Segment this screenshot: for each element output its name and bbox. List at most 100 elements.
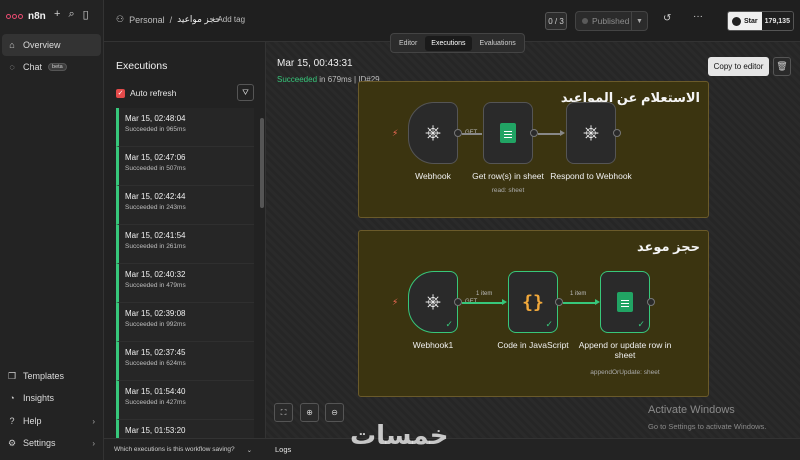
auto-refresh-label: Auto refresh <box>130 88 177 98</box>
nav-overview-label: Overview <box>23 40 61 50</box>
webhook-icon: ⎈ <box>583 121 599 144</box>
more-icon[interactable]: ··· <box>693 11 703 22</box>
execution-item[interactable]: Mar 15, 02:48:04 Succeeded in 965ms <box>116 108 254 147</box>
tab-executions[interactable]: Executions <box>425 35 472 51</box>
nav-help-label: Help <box>23 416 42 426</box>
execution-status: Succeeded in 427ms <box>125 399 186 406</box>
output-port[interactable] <box>454 298 462 306</box>
node-label: Respond to Webhook <box>550 171 632 181</box>
node-webhook1[interactable]: ⎈ ✓ <box>408 271 458 333</box>
nav-insights[interactable]: ◔ Insights <box>2 387 101 409</box>
execution-time: Mar 15, 02:47:06 <box>125 153 186 162</box>
trigger-bolt-icon: ⚡ <box>392 297 399 307</box>
home-icon: ⌂ <box>9 40 15 50</box>
executions-title: Executions <box>116 60 168 72</box>
brand[interactable]: n8n <box>6 8 46 24</box>
checkbox-checked-icon[interactable]: ✓ <box>116 88 125 98</box>
zoom-out-icon[interactable]: ⊖ <box>325 403 344 422</box>
execution-item[interactable]: Mar 15, 02:47:06 Succeeded in 507ms <box>116 147 254 186</box>
sidebar-top-actions: + ⌕ ▯ <box>54 8 89 21</box>
node-get-rows[interactable] <box>483 102 533 164</box>
execution-date: Mar 15, 00:43:31 <box>277 58 353 69</box>
watermark: خمسات <box>350 420 449 450</box>
check-icon: ✓ <box>545 319 553 329</box>
status-dot-icon <box>582 18 588 24</box>
execution-status: Succeeded in 624ms <box>125 360 186 367</box>
activate-windows-title: Activate Windows <box>648 404 735 416</box>
arrow-icon <box>502 299 507 305</box>
node-subtitle: read: sheet <box>491 187 525 194</box>
execution-item[interactable]: Mar 15, 02:40:32 Succeeded in 479ms <box>116 264 254 303</box>
execution-status-ok: Succeeded <box>277 75 318 84</box>
nav-settings-label: Settings <box>23 438 56 448</box>
copy-to-editor-button[interactable]: Copy to editor <box>708 57 769 76</box>
search-icon[interactable]: ⌕ <box>68 8 74 21</box>
output-port[interactable] <box>613 129 621 137</box>
fit-view-icon[interactable]: ⛶ <box>274 403 293 422</box>
chevron-down-icon[interactable]: ▼ <box>631 12 647 30</box>
nav-help[interactable]: ? Help › <box>2 410 101 432</box>
filter-icon[interactable]: ⛛ <box>237 84 254 101</box>
output-port[interactable] <box>647 298 655 306</box>
beta-badge: beta <box>48 63 67 71</box>
saving-executions-toggle[interactable]: Which executions is this workflow saving… <box>104 438 266 460</box>
executions-scrollbar[interactable] <box>260 118 264 208</box>
logs-panel[interactable]: Logs <box>266 438 800 460</box>
node-respond-webhook[interactable]: ⎈ <box>566 102 616 164</box>
execution-item[interactable]: Mar 15, 01:53:20 <box>116 420 254 438</box>
node-label: Webhook1 <box>412 340 454 350</box>
execution-item[interactable]: Mar 15, 01:54:40 Succeeded in 427ms <box>116 381 254 420</box>
github-star-left: Star <box>728 12 762 30</box>
check-icon: ✓ <box>445 319 453 329</box>
nav-settings[interactable]: ⚙ Settings › <box>2 432 101 454</box>
output-port[interactable] <box>530 129 538 137</box>
execution-time: Mar 15, 02:39:08 <box>125 309 186 318</box>
github-star-count: 179,135 <box>761 12 793 30</box>
publish-button[interactable]: Published ▼ <box>575 11 648 31</box>
node-append-update[interactable]: ✓ <box>600 271 650 333</box>
trash-icon[interactable]: 🗑 <box>773 57 791 76</box>
activate-windows-sub: Go to Settings to activate Windows. <box>648 422 767 431</box>
execution-item[interactable]: Mar 15, 02:39:08 Succeeded in 992ms <box>116 303 254 342</box>
output-port[interactable] <box>555 298 563 306</box>
n8n-logo-icon <box>6 11 24 21</box>
saving-question: Which executions is this workflow saving… <box>114 446 235 453</box>
output-port[interactable] <box>454 129 462 137</box>
auto-refresh[interactable]: ✓ Auto refresh <box>116 88 176 98</box>
history-icon[interactable]: ↺ <box>663 13 671 24</box>
add-tag-button[interactable]: + Add tag <box>211 15 245 24</box>
github-icon <box>732 16 741 26</box>
execution-status: Succeeded in 507ms <box>125 165 186 172</box>
published-text: Published <box>592 16 630 26</box>
execution-status: Succeeded in 992ms <box>125 321 186 328</box>
view-tabs: Editor Executions Evaluations <box>390 33 525 53</box>
breadcrumb-project[interactable]: Personal <box>129 15 165 25</box>
node-webhook[interactable]: ⎈ <box>408 102 458 164</box>
execution-time: Mar 15, 01:53:20 <box>125 426 186 435</box>
node-code[interactable]: {} ✓ <box>508 271 558 333</box>
execution-time: Mar 15, 02:37:45 <box>125 348 186 357</box>
executions-panel: Executions ✓ Auto refresh ⛛ Mar 15, 02:4… <box>104 42 266 438</box>
sidebar-toggle-icon[interactable]: ▯ <box>83 8 89 21</box>
zoom-in-icon[interactable]: ⊕ <box>300 403 319 422</box>
execution-status: Succeeded in 479ms <box>125 282 186 289</box>
webhook-icon: ⎈ <box>425 121 441 144</box>
tab-evaluations[interactable]: Evaluations <box>474 36 522 51</box>
nav-templates-label: Templates <box>23 371 65 381</box>
tab-editor[interactable]: Editor <box>393 36 423 51</box>
insights-icon: ◔ <box>9 393 15 403</box>
code-braces-icon: {} <box>522 291 544 313</box>
workflow-counter: 0 / 3 <box>545 12 567 30</box>
nav-templates[interactable]: ❒ Templates <box>2 365 101 387</box>
execution-time: Mar 15, 02:42:44 <box>125 192 186 201</box>
plus-icon[interactable]: + <box>54 8 60 21</box>
github-star-button[interactable]: Star 179,135 <box>727 11 794 31</box>
chat-icon: ◌ <box>9 62 15 72</box>
execution-item[interactable]: Mar 15, 02:42:44 Succeeded in 243ms <box>116 186 254 225</box>
nav-chat[interactable]: ◌ Chat beta <box>2 56 101 78</box>
execution-item[interactable]: Mar 15, 02:41:54 Succeeded in 261ms <box>116 225 254 264</box>
execution-item[interactable]: Mar 15, 02:37:45 Succeeded in 624ms <box>116 342 254 381</box>
nav-overview[interactable]: ⌂ Overview <box>2 34 101 56</box>
execution-time: Mar 15, 02:40:32 <box>125 270 186 279</box>
execution-status: Succeeded in 243ms <box>125 204 186 211</box>
